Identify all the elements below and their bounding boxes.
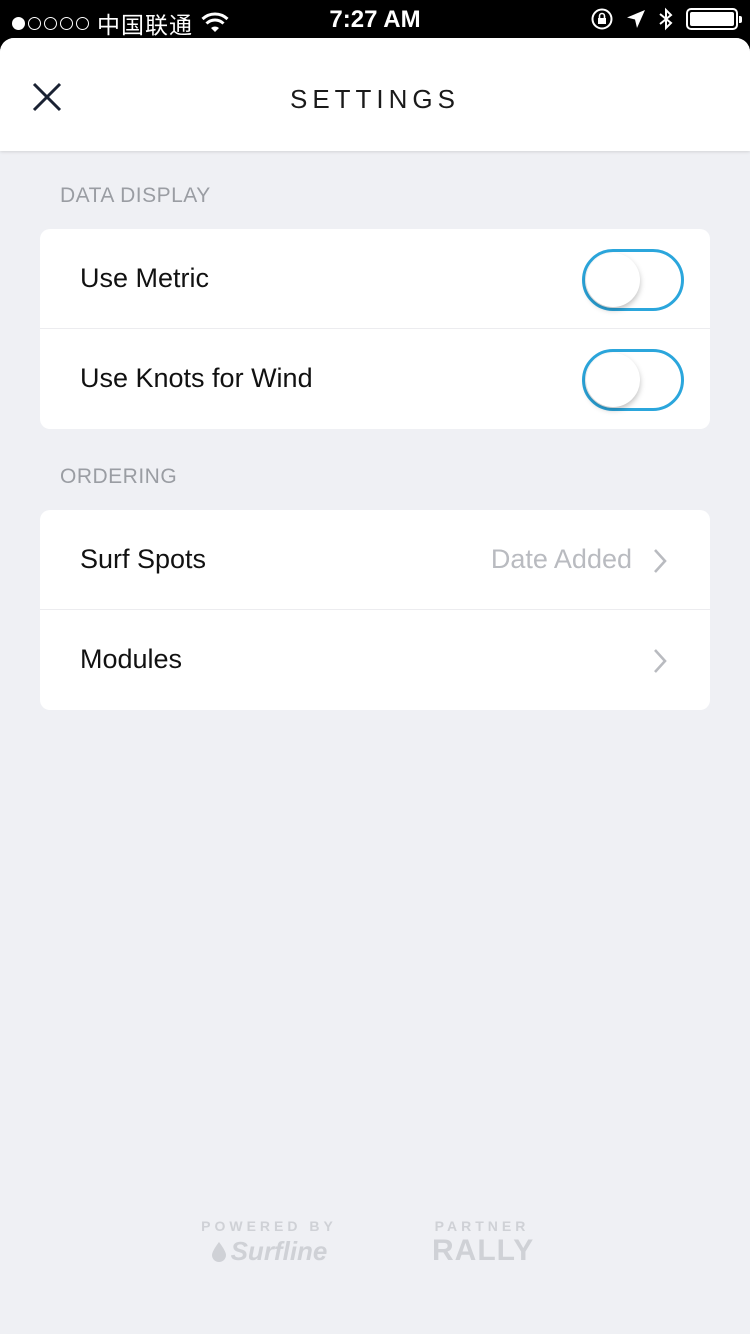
rally-logo: RALLY	[432, 1234, 535, 1267]
battery-icon	[686, 8, 742, 30]
surfline-logo: Surfline	[198, 1236, 340, 1267]
data-display-card: Use Metric Use Knots for Wind	[40, 229, 710, 429]
partner-rally[interactable]: PARTNER RALLY	[432, 1218, 535, 1268]
partner-label: PARTNER	[434, 1218, 530, 1234]
powered-by-label: POWERED BY	[201, 1218, 337, 1234]
toggle-knob	[586, 353, 640, 407]
setting-label: Use Knots for Wind	[80, 363, 313, 393]
page-title: SETTINGS	[289, 84, 460, 114]
phone-screen: 中国联通 7:27 AM SETTINGS DATA DISPLAY Use M…	[0, 0, 750, 1334]
setting-label: Use Metric	[80, 263, 210, 293]
use-metric-toggle[interactable]	[582, 249, 684, 311]
section-header-ordering: ORDERING	[60, 465, 178, 488]
setting-label: Surf Spots	[80, 544, 207, 574]
setting-row-modules[interactable]: Modules	[40, 610, 710, 710]
battery-level	[690, 12, 734, 26]
setting-label: Modules	[80, 644, 183, 674]
ordering-card: Surf Spots Date Added Modules	[40, 510, 710, 710]
location-arrow-icon	[627, 10, 645, 28]
use-knots-toggle[interactable]	[582, 349, 684, 411]
powered-by-surfline[interactable]: POWERED BY Surfline	[198, 1218, 340, 1267]
chevron-right-icon	[654, 649, 667, 673]
setting-row-use-metric: Use Metric	[40, 229, 710, 329]
chevron-right-icon	[654, 549, 667, 573]
surfline-wordmark: Surfline	[230, 1236, 328, 1266]
status-right	[590, 7, 742, 31]
water-drop-icon	[211, 1241, 226, 1262]
setting-row-surf-spots[interactable]: Surf Spots Date Added	[40, 510, 710, 610]
navigation-bar: SETTINGS	[0, 38, 750, 151]
status-bar: 中国联通 7:27 AM	[0, 0, 750, 40]
setting-row-use-knots: Use Knots for Wind	[40, 329, 710, 429]
toggle-knob	[586, 253, 640, 307]
rotation-lock-icon	[591, 8, 613, 30]
setting-value: Date Added	[490, 544, 632, 574]
bluetooth-icon	[659, 7, 673, 31]
settings-sheet: SETTINGS DATA DISPLAY Use Metric Use Kno…	[0, 38, 750, 1334]
section-header-data-display: DATA DISPLAY	[60, 184, 211, 207]
